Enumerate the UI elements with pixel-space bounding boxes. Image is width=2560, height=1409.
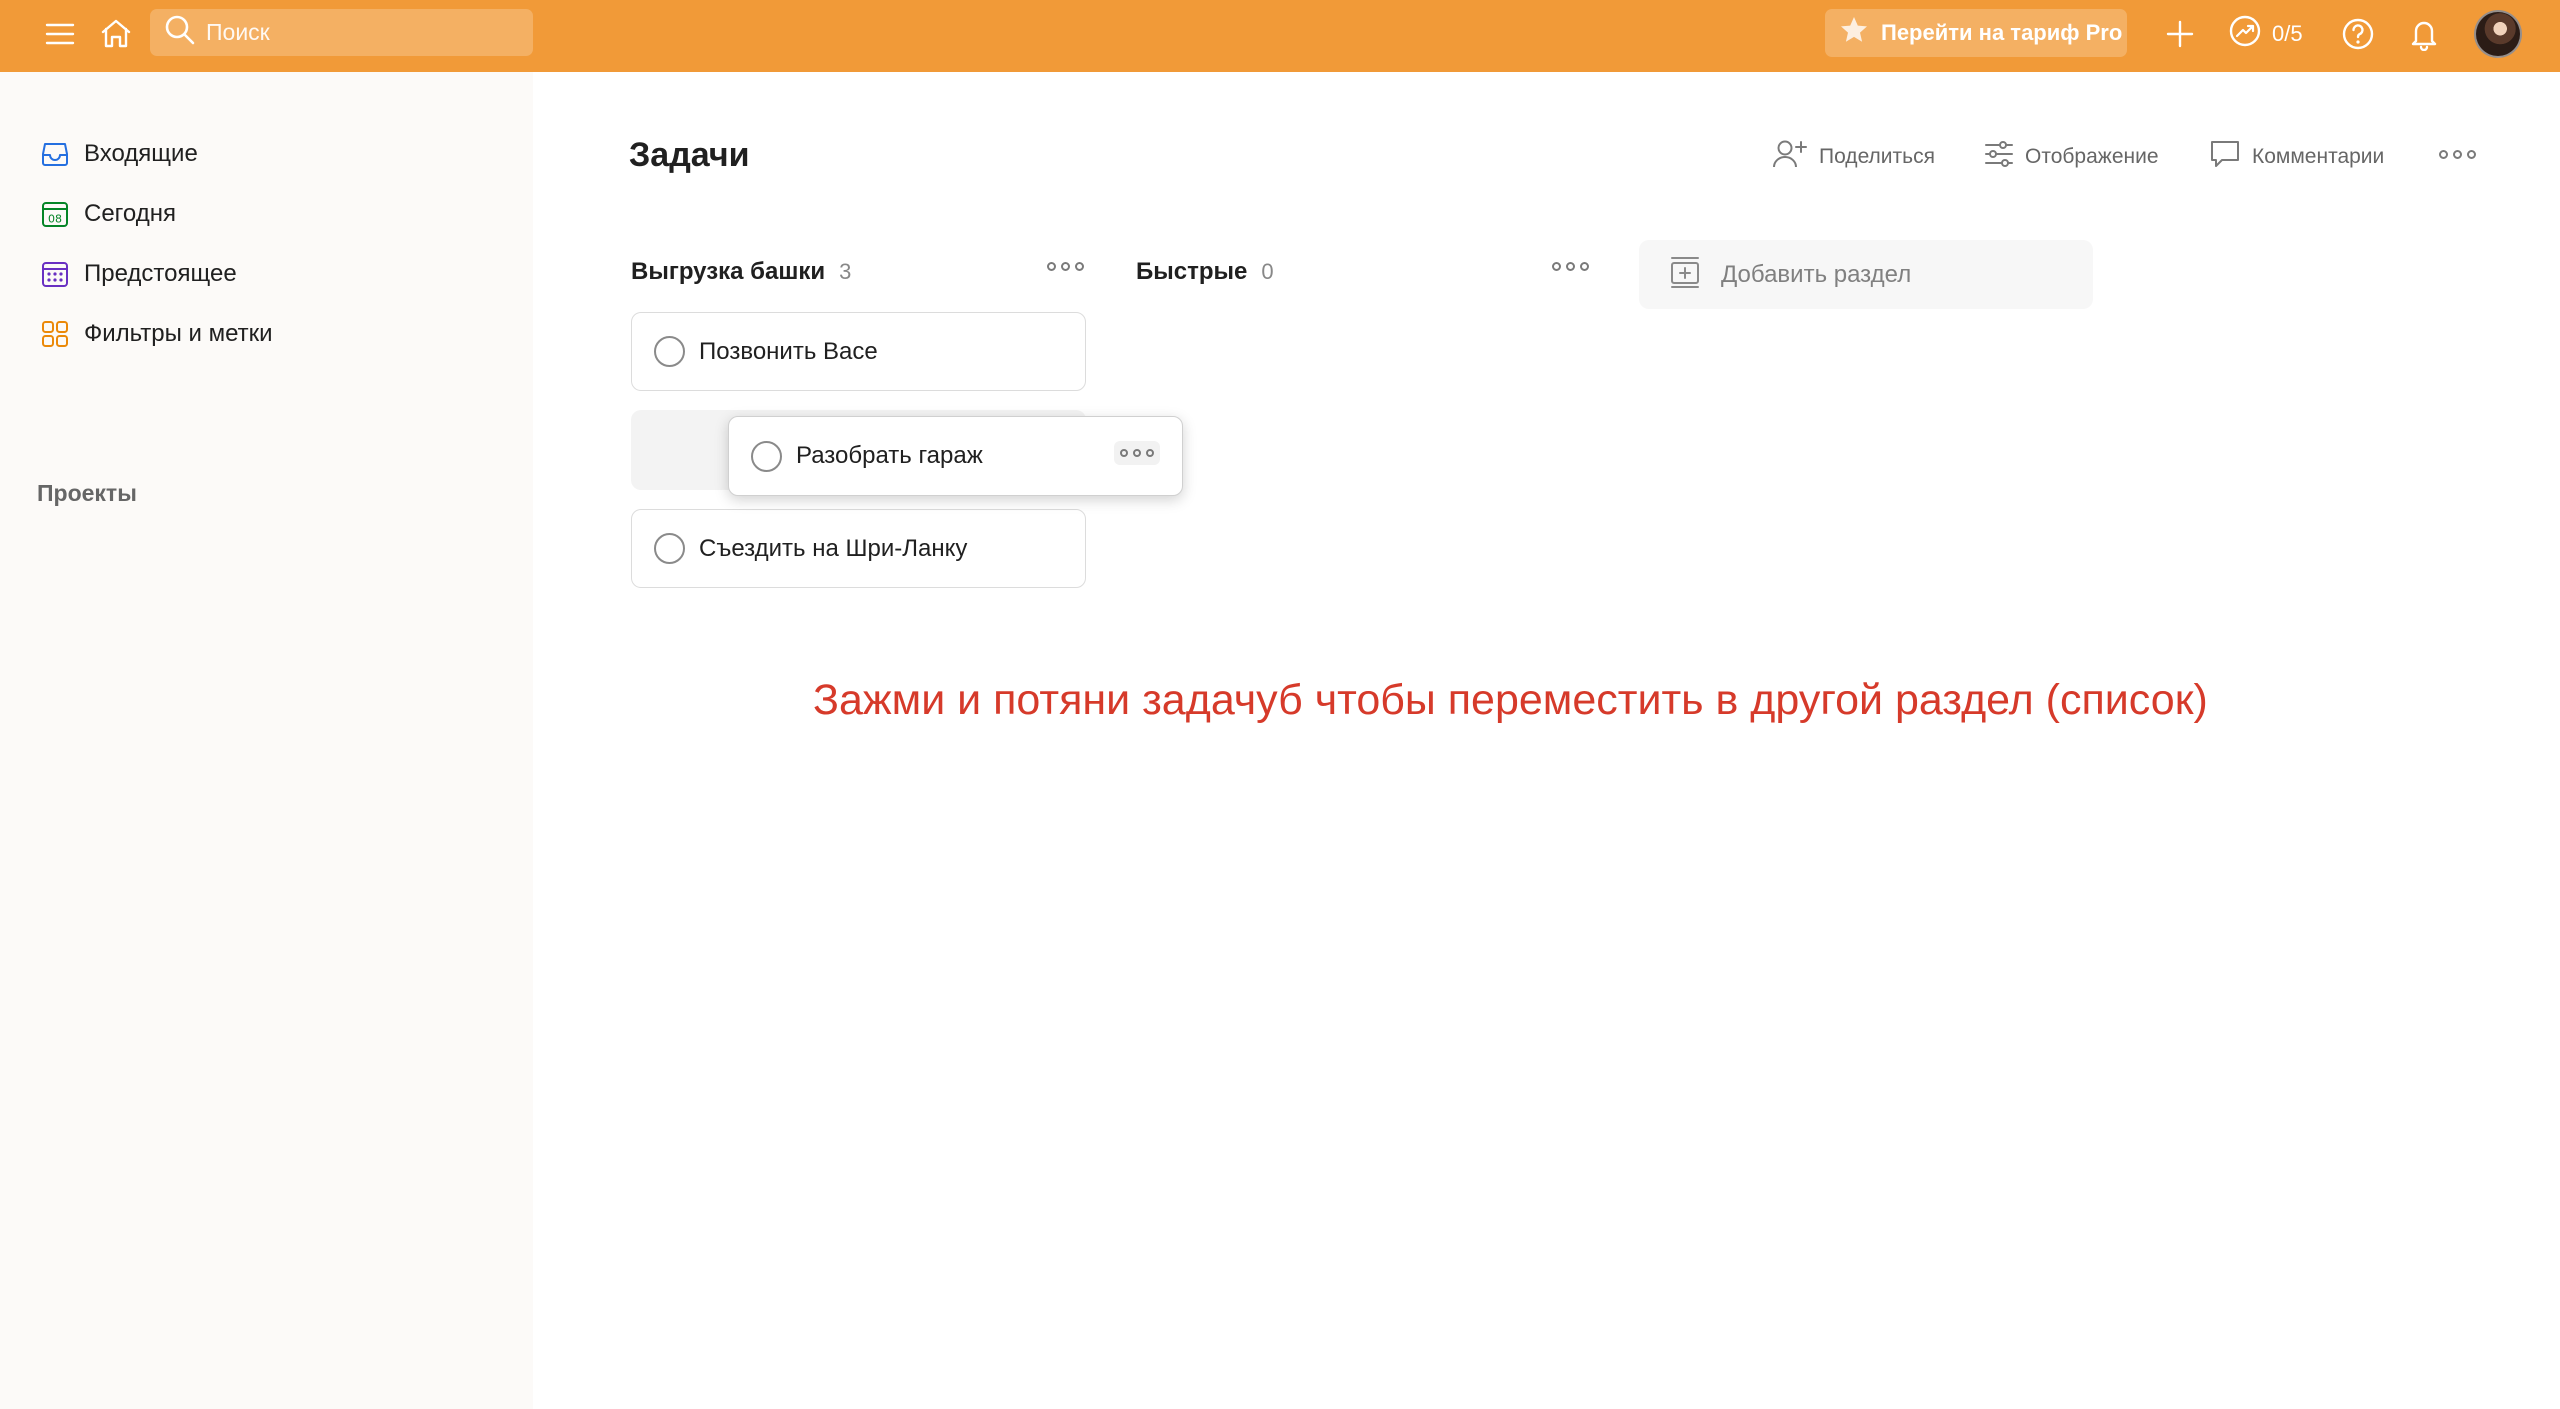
svg-text:08: 08	[48, 213, 62, 226]
sidebar-item-today[interactable]: 08 Сегодня	[40, 192, 510, 236]
karma-value: 0/5	[2272, 21, 2303, 46]
sidebar-item-label: Сегодня	[84, 200, 176, 227]
home-icon[interactable]	[96, 13, 136, 53]
sidebar-item-upcoming[interactable]: Предстоящее	[40, 252, 510, 296]
comments-button[interactable]: Комментарии	[2208, 137, 2384, 177]
add-section-label: Добавить раздел	[1721, 260, 1912, 288]
filters-labels-icon	[40, 319, 70, 349]
search-box[interactable]	[150, 9, 533, 56]
search-input[interactable]	[206, 19, 526, 46]
task-title: Съездить на Шри-Ланку	[699, 534, 968, 562]
dragging-task-card[interactable]: Разобрать гараж	[728, 416, 1183, 496]
karma-trend-icon	[2228, 14, 2262, 54]
sidebar: Входящие 08 Сегодня Предстоящее Фильтры …	[0, 72, 533, 1409]
sidebar-item-label: Входящие	[84, 140, 198, 167]
add-person-icon	[1771, 137, 1809, 177]
task-card[interactable]: Позвонить Васе	[631, 312, 1086, 391]
sidebar-item-filters-labels[interactable]: Фильтры и метки	[40, 312, 510, 356]
section-name: Быстрые	[1136, 258, 1248, 285]
sidebar-item-label: Предстоящее	[84, 260, 237, 287]
task-title: Позвонить Васе	[699, 337, 878, 365]
menu-icon[interactable]	[42, 16, 78, 52]
task-title: Разобрать гараж	[796, 442, 983, 469]
top-bar: Перейти на тариф Pro 0/5	[0, 0, 2560, 72]
section-title[interactable]: Выгрузка башки 3	[631, 258, 851, 286]
karma-counter[interactable]: 0/5	[2228, 14, 2303, 54]
view-options-label: Отображение	[2025, 145, 2159, 168]
task-card[interactable]: Съездить на Шри-Ланку	[631, 509, 1086, 588]
avatar[interactable]	[2474, 10, 2522, 58]
view-options-button[interactable]: Отображение	[1983, 137, 2159, 177]
task-checkbox[interactable]	[751, 440, 782, 472]
comments-label: Комментарии	[2252, 145, 2385, 168]
section-count: 0	[1261, 259, 1274, 284]
instruction-annotation: Зажми и потяни задачуб чтобы переместить…	[813, 676, 2208, 724]
sliders-icon	[1983, 139, 2015, 175]
share-button[interactable]: Поделиться	[1771, 137, 1935, 177]
calendar-today-icon: 08	[40, 199, 70, 229]
help-icon[interactable]	[2338, 14, 2378, 54]
inbox-icon	[40, 139, 70, 169]
plus-icon[interactable]	[2160, 14, 2200, 54]
bell-icon[interactable]	[2404, 14, 2444, 54]
task-checkbox[interactable]	[654, 533, 685, 564]
more-options-icon	[1120, 449, 1154, 457]
projects-heading[interactable]: Проекты	[37, 480, 137, 507]
section-name: Выгрузка башки	[631, 258, 826, 285]
calendar-upcoming-icon	[40, 259, 70, 289]
section-more-icon[interactable]	[1552, 262, 1589, 271]
sidebar-item-label: Фильтры и метки	[84, 320, 273, 347]
task-checkbox[interactable]	[654, 336, 685, 367]
section-count: 3	[839, 259, 852, 284]
sidebar-item-inbox[interactable]: Входящие	[40, 132, 510, 176]
star-icon	[1839, 15, 1869, 51]
search-icon	[164, 14, 196, 51]
share-label: Поделиться	[1819, 145, 1935, 168]
upgrade-pro-label: Перейти на тариф Pro	[1881, 20, 2123, 45]
section-more-icon[interactable]	[1047, 262, 1084, 271]
page-title[interactable]: Задачи	[629, 136, 750, 175]
comment-icon	[2208, 138, 2242, 176]
more-options-icon[interactable]	[2439, 150, 2476, 159]
upgrade-pro-button[interactable]: Перейти на тариф Pro	[1825, 9, 2127, 57]
add-section-button[interactable]: Добавить раздел	[1639, 240, 2093, 309]
section-title[interactable]: Быстрые 0	[1136, 258, 1274, 286]
add-section-icon	[1669, 255, 1701, 294]
task-more-button[interactable]	[1114, 441, 1160, 465]
